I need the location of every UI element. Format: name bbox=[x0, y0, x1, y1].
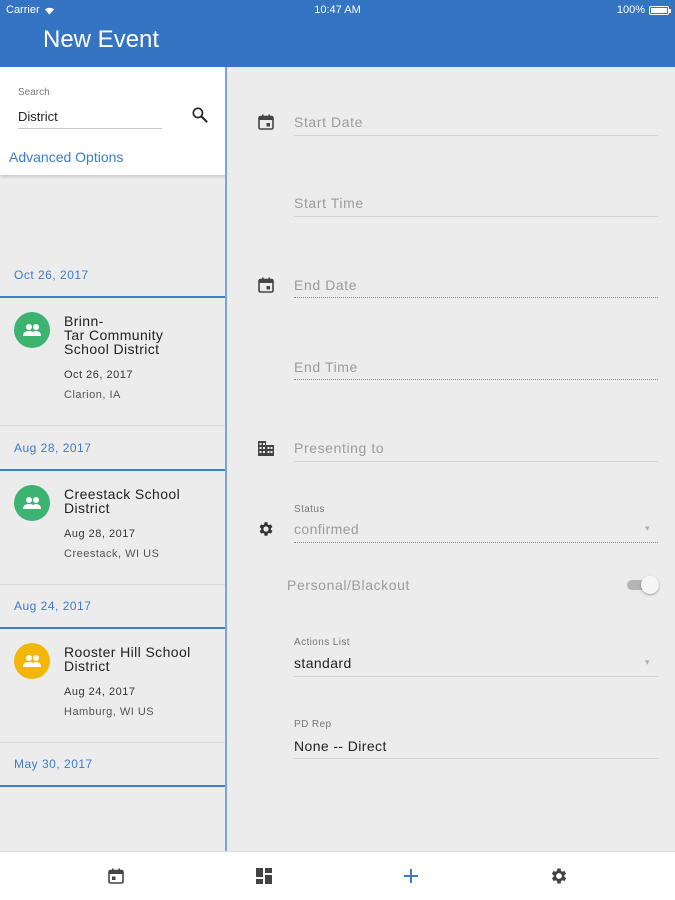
status-bar: Carrier 10:47 AM 100% bbox=[0, 0, 675, 20]
page-title: New Event bbox=[43, 26, 160, 53]
date-header: Aug 28, 2017 bbox=[14, 441, 92, 455]
end-time-field[interactable]: End Time bbox=[294, 359, 358, 375]
pd-rep-select[interactable]: None -- Direct bbox=[294, 738, 387, 754]
battery-label: 100% bbox=[616, 4, 645, 16]
status-select[interactable]: confirmed bbox=[294, 521, 359, 537]
event-location: Clarion, IA bbox=[64, 389, 121, 401]
group-icon bbox=[23, 655, 41, 667]
date-header: May 30, 2017 bbox=[14, 757, 93, 771]
pd-rep-label: PD Rep bbox=[294, 719, 332, 730]
date-header: Oct 26, 2017 bbox=[14, 268, 89, 282]
search-icon[interactable] bbox=[190, 105, 210, 125]
dashboard-icon bbox=[256, 868, 272, 884]
chevron-down-icon: ▾ bbox=[645, 523, 650, 533]
status-label: Status bbox=[294, 504, 325, 515]
end-date-field[interactable]: End Date bbox=[294, 277, 357, 293]
start-date-underline bbox=[294, 135, 658, 136]
event-date: Aug 24, 2017 bbox=[64, 686, 136, 698]
dashboard-tab[interactable] bbox=[252, 864, 276, 888]
actions-list-underline bbox=[294, 676, 658, 677]
start-time-field[interactable]: Start Time bbox=[294, 195, 364, 211]
start-date-field[interactable]: Start Date bbox=[294, 114, 363, 130]
actions-list-label: Actions List bbox=[294, 637, 350, 648]
app-header: Carrier 10:47 AM 100% New Event bbox=[0, 0, 675, 67]
event-date: Oct 26, 2017 bbox=[64, 369, 133, 381]
end-date-underline bbox=[294, 297, 658, 298]
actions-list-select[interactable]: standard bbox=[294, 655, 352, 671]
gear-icon bbox=[551, 868, 567, 884]
event-title: Creestack School District bbox=[64, 486, 181, 516]
event-location: Creestack, WI US bbox=[64, 548, 160, 560]
advanced-options-link[interactable]: Advanced Options bbox=[9, 149, 123, 165]
event-title: Brinn- Tar Community School District bbox=[64, 313, 164, 357]
date-header: Aug 24, 2017 bbox=[14, 599, 92, 613]
personal-blackout-label: Personal/Blackout bbox=[287, 577, 411, 593]
calendar-icon bbox=[258, 277, 274, 293]
status-time: 10:47 AM bbox=[314, 4, 361, 16]
presenting-to-underline bbox=[294, 461, 658, 462]
search-card: Search Advanced Options bbox=[0, 67, 225, 175]
event-title: Rooster Hill School District bbox=[64, 644, 191, 674]
gear-icon bbox=[259, 522, 273, 536]
event-list-panel: Search Advanced Options Oct 26, 2017 Bri… bbox=[0, 67, 227, 851]
add-tab[interactable] bbox=[399, 864, 423, 888]
list-item[interactable]: Brinn- Tar Community School District Oct… bbox=[0, 298, 225, 426]
status-battery: 100% bbox=[616, 4, 671, 16]
battery-icon bbox=[649, 5, 671, 15]
calendar-tab[interactable] bbox=[104, 864, 128, 888]
presenting-to-field[interactable]: Presenting to bbox=[294, 440, 384, 456]
event-date: Aug 28, 2017 bbox=[64, 528, 136, 540]
search-label: Search bbox=[18, 87, 50, 98]
settings-tab[interactable] bbox=[547, 864, 571, 888]
calendar-icon bbox=[108, 868, 124, 884]
end-time-underline bbox=[294, 379, 658, 380]
bottom-tab-bar bbox=[0, 851, 675, 900]
building-icon bbox=[258, 441, 274, 456]
date-divider bbox=[0, 785, 225, 787]
calendar-icon bbox=[258, 114, 274, 130]
event-location: Hamburg, WI US bbox=[64, 706, 155, 718]
group-icon bbox=[23, 324, 41, 336]
group-icon bbox=[23, 497, 41, 509]
plus-icon bbox=[404, 869, 418, 883]
chevron-down-icon: ▾ bbox=[645, 657, 650, 667]
start-time-underline bbox=[294, 216, 658, 217]
personal-blackout-toggle[interactable] bbox=[627, 575, 661, 595]
pd-rep-underline bbox=[294, 758, 658, 759]
toggle-thumb bbox=[641, 576, 659, 594]
event-form: Start Date Start Time End Date End Time … bbox=[227, 67, 675, 851]
search-input[interactable] bbox=[18, 105, 162, 129]
list-item[interactable]: Rooster Hill School District Aug 24, 201… bbox=[0, 629, 225, 743]
avatar bbox=[14, 312, 50, 348]
status-underline bbox=[294, 542, 658, 543]
list-item[interactable]: Creestack School District Aug 28, 2017 C… bbox=[0, 471, 225, 585]
avatar bbox=[14, 643, 50, 679]
avatar bbox=[14, 485, 50, 521]
